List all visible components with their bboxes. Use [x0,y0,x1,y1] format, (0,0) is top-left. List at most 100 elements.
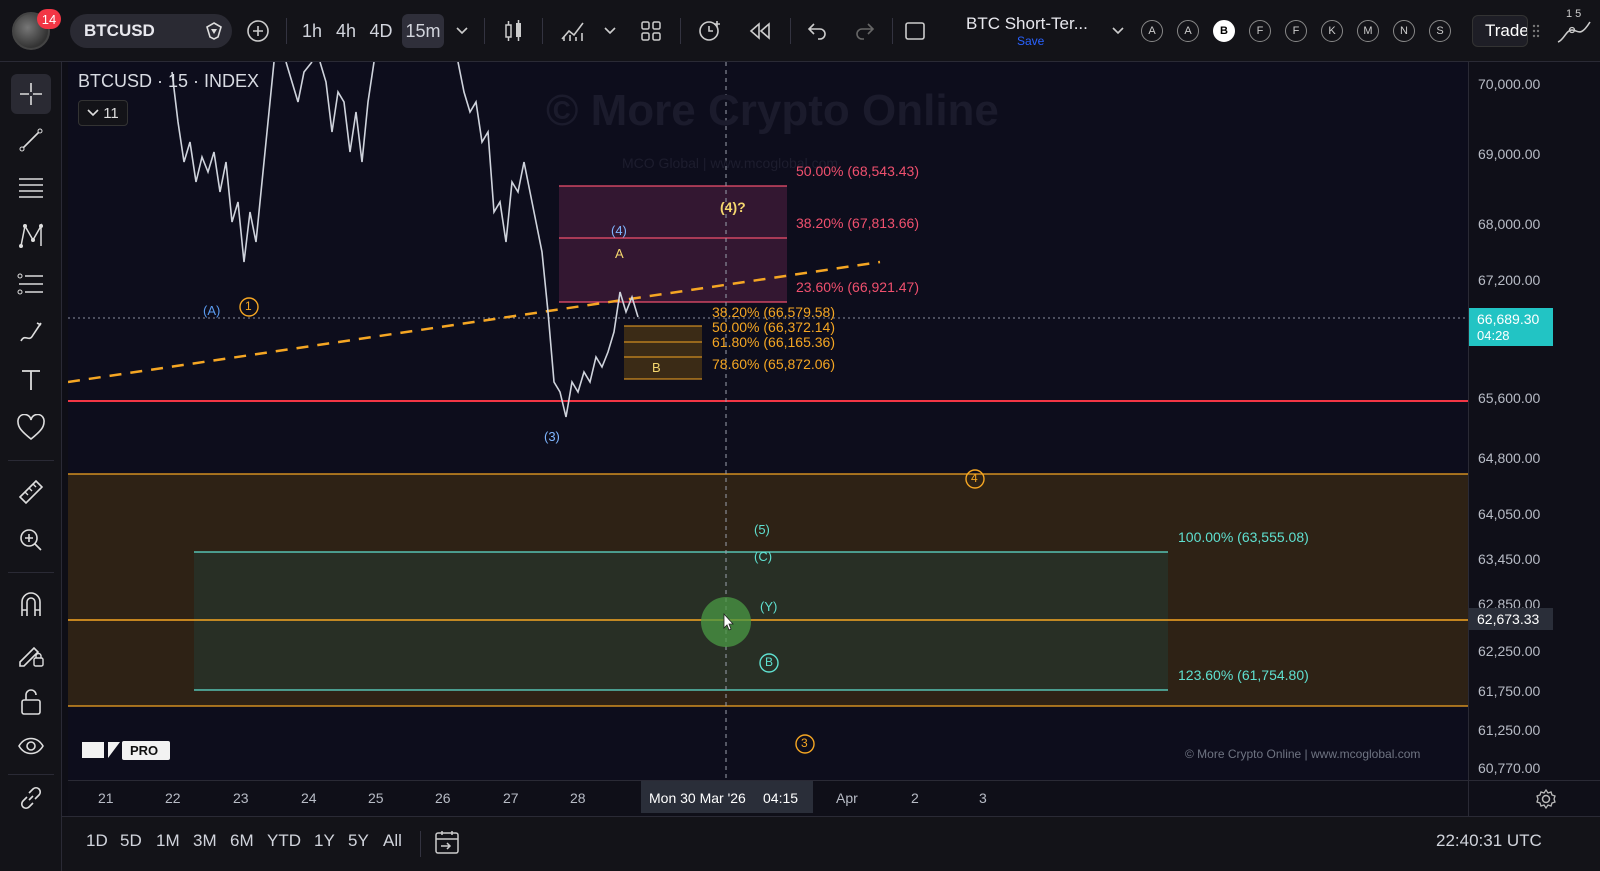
timeframe-15m[interactable]: 15m [402,14,444,48]
alert-circle-k[interactable]: K [1321,20,1343,42]
wave-label-three-paren[interactable]: (3) [544,429,560,444]
pattern-icon[interactable] [11,216,51,256]
symbol-search-button[interactable]: BTCUSD [70,14,232,48]
wave-label-c-paren[interactable]: (C) [754,549,772,564]
goto-date-calendar-icon[interactable] [434,829,460,855]
diamond-shield-icon[interactable] [204,21,224,41]
notification-badge: 14 [37,9,61,29]
alert-circle-b-active[interactable]: B [1213,20,1235,42]
wave-label-one[interactable]: 1 [245,299,252,313]
price-tick: 64,800.00 [1478,450,1541,466]
forecasting-icon[interactable] [11,264,51,304]
range-1m[interactable]: 1M [156,831,180,851]
wave-label-a-paren[interactable]: (A) [203,303,220,318]
alert-circle-a[interactable]: A [1177,20,1199,42]
fullscreen-square-icon[interactable] [900,14,930,48]
timeframe-4h[interactable]: 4h [332,14,360,48]
time-tick: 28 [570,790,586,806]
wave-label-five-paren[interactable]: (5) [754,522,770,537]
time-axis[interactable]: 21 22 23 24 25 26 27 28 Mon 30 Mar '26 0… [68,780,1468,816]
fib-retracement-icon[interactable] [11,168,51,208]
lock-pencil-icon[interactable] [11,634,51,674]
time-tick: 27 [503,790,519,806]
range-3m[interactable]: 3M [193,831,217,851]
alert-circle-f[interactable]: F [1285,20,1307,42]
range-6m[interactable]: 6M [230,831,254,851]
fib-label-236: 23.60% (66,921.47) [796,279,919,295]
indicators-icon[interactable] [558,14,588,48]
trend-line-icon[interactable] [11,120,51,160]
magnet-icon[interactable] [11,584,51,624]
range-1d[interactable]: 1D [86,831,108,851]
time-tick: 3 [979,790,987,806]
chevron-down-icon [87,109,99,117]
toolbar-separator [8,572,54,573]
alert-circle-n[interactable]: N [1393,20,1415,42]
crosshair-price-value: 62,673.33 [1477,611,1540,627]
replay-icon[interactable] [744,14,776,48]
layout-save-link[interactable]: Save [1017,34,1044,48]
candle-countdown: 04:28 [1477,328,1510,343]
wave-label-four-circle[interactable]: 4 [971,471,978,485]
price-axis[interactable]: 70,000.00 69,000.00 68,000.00 67,200.00 … [1468,62,1600,780]
alert-circle-f[interactable]: F [1249,20,1271,42]
wave-label-four-paren[interactable]: (4) [611,223,627,238]
trade-button[interactable]: Trade [1472,15,1528,47]
alert-circle-m[interactable]: M [1357,20,1379,42]
symbol-label: BTCUSD [84,21,155,40]
redo-icon[interactable] [850,14,880,48]
layout-chevron-icon[interactable] [1108,14,1128,48]
utc-clock[interactable]: 22:40:31 UTC [1436,831,1542,851]
layout-name[interactable]: BTC Short-Ter... [966,14,1088,34]
candle-type-icon[interactable] [500,14,528,48]
price-tick: 61,750.00 [1478,683,1541,699]
link-icon[interactable] [11,778,51,818]
indicators-chevron-icon[interactable] [600,14,620,48]
axis-corner [1468,780,1600,816]
timeframe-4d[interactable]: 4D [366,14,396,48]
range-all[interactable]: All [383,831,402,851]
zoom-in-icon[interactable] [11,520,51,560]
ruler-icon[interactable] [11,472,51,512]
favorites-heart-icon[interactable] [11,408,51,448]
tradingview-logo [82,742,120,758]
wave-label-a[interactable]: A [615,246,624,261]
chart-pane[interactable]: BTCUSD · 15 · INDEX 11 © More Crypto Onl… [68,62,1468,780]
eye-icon[interactable] [11,726,51,766]
fib-label-382: 38.20% (67,813.66) [796,215,919,231]
add-symbol-icon[interactable] [242,14,274,48]
settings-gear-icon[interactable] [1535,788,1557,810]
layout-grid-icon[interactable] [636,14,666,48]
wave-label-b[interactable]: B [652,360,661,375]
current-price-tag: 66,689.30 04:28 [1469,308,1553,346]
timeframe-1h[interactable]: 1h [298,14,326,48]
range-1y[interactable]: 1Y [314,831,335,851]
alert-clock-icon[interactable] [694,14,726,48]
crosshair-date-tag: Mon 30 Mar '26 04:15 [641,781,813,813]
undo-icon[interactable] [802,14,832,48]
wave-label-four-question[interactable]: (4)? [720,199,746,215]
fib-label-1236: 123.60% (61,754.80) [1178,667,1309,683]
text-tool-icon[interactable] [11,360,51,400]
brush-icon[interactable] [11,312,51,352]
fib-b-label-786: 78.60% (65,872.06) [712,356,835,372]
timeframe-dropdown-chevron-icon[interactable] [452,14,472,48]
range-ytd[interactable]: YTD [267,831,301,851]
chart-legend-title[interactable]: BTCUSD · 15 · INDEX [78,71,259,92]
indicators-toggle[interactable]: 11 [78,100,128,126]
watermark-title: © More Crypto Online [546,86,999,135]
alert-circle-s[interactable]: S [1429,20,1451,42]
range-5y[interactable]: 5Y [348,831,369,851]
unlock-icon[interactable] [11,682,51,722]
wave-label-y-paren[interactable]: (Y) [760,599,777,614]
time-tick: 22 [165,790,181,806]
range-5d[interactable]: 5D [120,831,142,851]
crosshair-icon[interactable] [11,74,51,114]
crosshair-date: Mon 30 Mar '26 [649,790,746,806]
price-tick: 63,450.00 [1478,551,1541,567]
price-tick: 69,000.00 [1478,146,1541,162]
wave-label-b-circle[interactable]: B [765,655,773,669]
alert-circle-a[interactable]: A [1141,20,1163,42]
drag-handle-icon[interactable] [1530,14,1542,48]
wave-label-three-circle[interactable]: 3 [801,736,808,750]
